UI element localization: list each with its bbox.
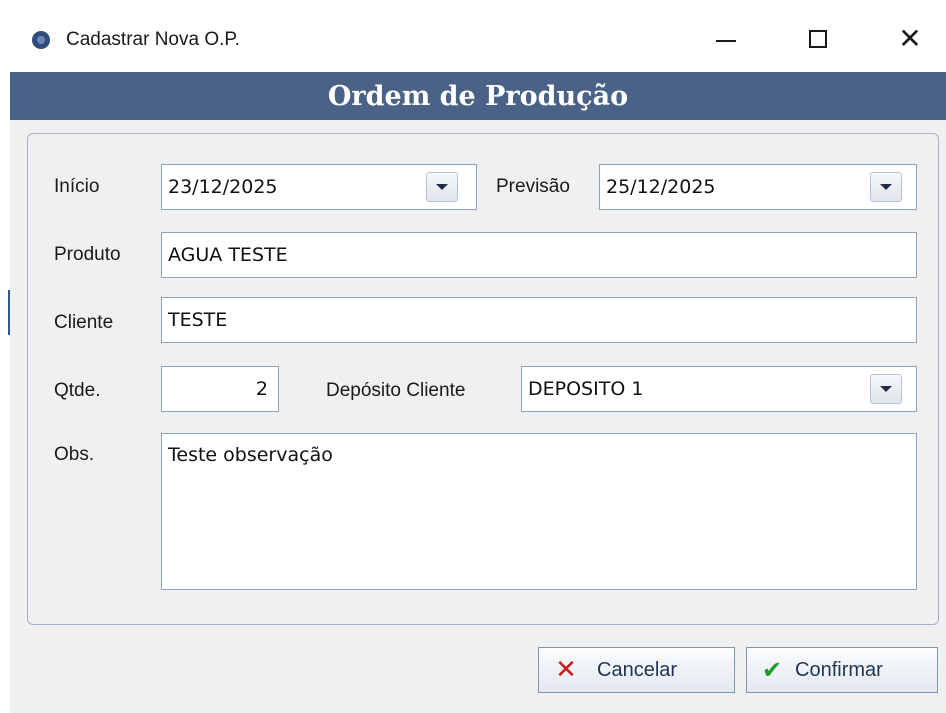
check-icon: ✔ [761, 656, 783, 684]
dialog-window: Cadastrar Nova O.P. ✕ Ordem de Produção … [10, 0, 946, 713]
produto-label: Produto [54, 244, 121, 265]
qtde-label: Qtde. [54, 380, 101, 401]
chevron-down-icon [880, 386, 892, 392]
obs-textarea[interactable]: Teste observação [161, 433, 917, 590]
cliente-field[interactable]: TESTE [161, 297, 917, 343]
form-header: Ordem de Produção [10, 72, 946, 120]
previsao-label: Previsão [496, 176, 570, 197]
inicio-value: 23/12/2025 [168, 176, 278, 198]
deposito-cliente-value: DEPOSITO 1 [528, 378, 644, 400]
chevron-down-icon [436, 184, 448, 190]
previsao-date-field[interactable]: 25/12/2025 [599, 164, 917, 210]
close-button[interactable]: ✕ [882, 17, 938, 61]
obs-label: Obs. [54, 444, 95, 465]
cliente-label: Cliente [54, 312, 114, 333]
deposito-cliente-label: Depósito Cliente [326, 380, 466, 401]
minimize-button[interactable] [698, 17, 754, 61]
inicio-dropdown-button[interactable] [426, 172, 458, 202]
confirm-button-label: Confirmar [795, 658, 883, 681]
minimize-icon [716, 40, 736, 42]
inicio-date-field[interactable]: 23/12/2025 [161, 164, 477, 210]
cliente-value: TESTE [168, 309, 228, 331]
produto-value: AGUA TESTE [168, 244, 288, 266]
cancel-button-label: Cancelar [597, 658, 678, 681]
qtde-field[interactable]: 2 [161, 366, 279, 412]
chevron-down-icon [880, 184, 892, 190]
maximize-button[interactable] [790, 17, 846, 61]
window-edge [0, 0, 10, 713]
qtde-value: 2 [255, 378, 268, 400]
deposito-cliente-select[interactable]: DEPOSITO 1 [521, 366, 917, 412]
cancel-button[interactable]: ✕ Cancelar [538, 647, 735, 693]
close-icon: ✕ [898, 22, 922, 55]
x-icon: ✕ [555, 655, 577, 685]
maximize-icon [809, 30, 827, 48]
previsao-value: 25/12/2025 [606, 176, 716, 198]
title-bar[interactable]: Cadastrar Nova O.P. ✕ [10, 0, 946, 72]
window-title: Cadastrar Nova O.P. [66, 29, 240, 50]
obs-value: Teste observação [168, 444, 333, 466]
previsao-dropdown-button[interactable] [870, 172, 902, 202]
deposito-dropdown-button[interactable] [870, 374, 902, 404]
inicio-label: Início [54, 176, 100, 197]
form-header-title: Ordem de Produção [327, 80, 629, 112]
produto-field[interactable]: AGUA TESTE [161, 232, 917, 278]
confirm-button[interactable]: ✔ Confirmar [746, 647, 938, 693]
app-icon [32, 31, 50, 49]
